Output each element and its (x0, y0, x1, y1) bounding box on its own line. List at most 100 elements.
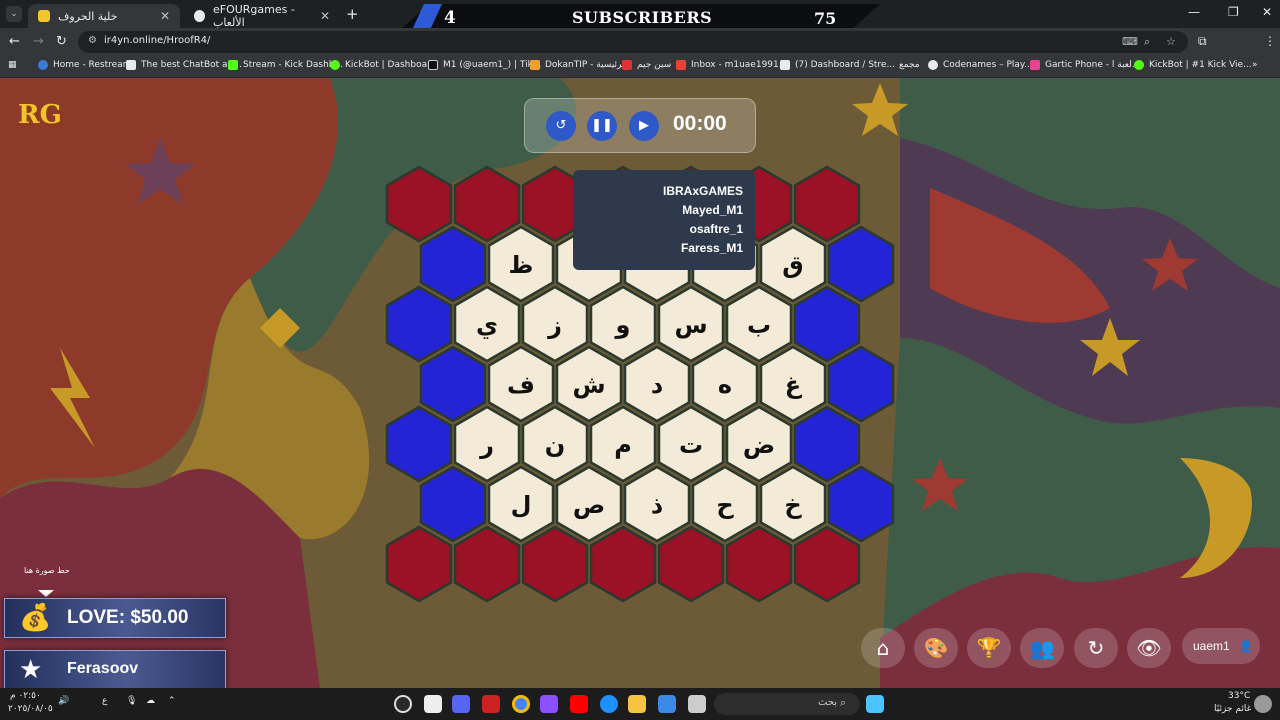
bookmark-item[interactable]: KickBot | #1 Kick Vie... (1134, 60, 1252, 70)
trophy-icon[interactable]: 🏆 (967, 628, 1011, 668)
bookmark-item[interactable]: مجمع (884, 60, 920, 70)
letter-hex[interactable]: ح (691, 465, 759, 543)
discord-icon[interactable] (452, 695, 470, 713)
minimize-icon[interactable]: — (1188, 5, 1200, 19)
red-border-hex (453, 525, 521, 603)
task-view-icon[interactable] (688, 695, 706, 713)
close-tab-icon[interactable]: ✕ (320, 9, 330, 23)
hex-letter: س (674, 311, 707, 339)
menu-dots-icon[interactable]: ⋮ (1264, 34, 1276, 48)
hex-letter: ر (479, 431, 494, 459)
bookmark-item[interactable]: Gartic Phone - لعبة ا... (1030, 60, 1140, 70)
letter-hex[interactable]: ف (487, 345, 555, 423)
translate-icon[interactable]: ⌨ (1122, 35, 1138, 48)
hex-letter: ت (679, 431, 703, 459)
forward-arrow-icon[interactable]: → (33, 34, 44, 49)
apps-grid-icon[interactable]: ▦ (8, 60, 17, 70)
tab-search-chevron-icon[interactable]: ⌄ (6, 6, 22, 22)
refresh-icon[interactable]: ↻ (1074, 628, 1118, 668)
palette-icon[interactable]: 🎨 (914, 628, 958, 668)
follower-name: Ferasoov (67, 660, 139, 677)
tab-title: خلية الحروف (58, 9, 118, 23)
weather-icon[interactable] (1254, 695, 1272, 713)
url-text: ir4yn.online/HroofR4/ (104, 35, 211, 46)
reload-icon[interactable]: ↻ (56, 34, 67, 49)
tab-efourgames[interactable]: eFOURgames - الألعاب ✕ (184, 3, 340, 29)
extensions-icon[interactable]: ⧉ (1198, 34, 1207, 49)
letter-hex[interactable]: ز (521, 285, 589, 363)
restore-icon[interactable]: ❐ (1228, 5, 1239, 19)
letter-hex[interactable]: ذ (623, 465, 691, 543)
letter-hex[interactable]: ل (487, 465, 555, 543)
store-icon[interactable] (658, 695, 676, 713)
letter-hex[interactable]: د (623, 345, 691, 423)
hex-letter: ص (573, 491, 605, 519)
bookmark-item[interactable]: The best ChatBot an... (126, 60, 242, 70)
letter-hex[interactable]: ظ (487, 225, 555, 303)
file-explorer-icon[interactable] (628, 695, 646, 713)
streamer-app-icon[interactable] (482, 695, 500, 713)
letter-hex[interactable]: ن (521, 405, 589, 483)
address-bar[interactable]: ⚙ ir4yn.online/HroofR4/ ⌨ ⌕ ☆ (78, 31, 1188, 53)
back-arrow-icon[interactable]: ← (9, 34, 20, 49)
microphone-icon[interactable]: 🎙 (126, 696, 137, 706)
bookmark-item[interactable]: KickBot | Dashboard (330, 60, 436, 70)
windows-start-icon[interactable] (866, 695, 884, 713)
user-button[interactable]: uaem1 👤 (1182, 628, 1260, 664)
new-tab-plus-icon[interactable]: + (346, 5, 359, 23)
copilot-icon[interactable] (540, 695, 558, 713)
globe-favicon-icon (194, 10, 205, 22)
bookmark-item[interactable]: (7) Dashboard / Stre... (780, 60, 895, 70)
tray-chevron-icon[interactable]: ⌃ (168, 696, 176, 706)
input-language[interactable]: ع (102, 696, 107, 706)
blue-border-hex (827, 465, 895, 543)
more-bookmarks-icon[interactable]: » (1252, 60, 1258, 70)
onedrive-icon[interactable]: ☁ (146, 696, 155, 706)
bookmark-item[interactable]: Stream - Kick Dashb... (228, 60, 343, 70)
zoom-icon[interactable]: ⌕ (1144, 35, 1150, 49)
letter-hex[interactable]: ر (453, 405, 521, 483)
speaker-icon[interactable]: 🔊 (58, 696, 69, 706)
taskbar-search[interactable]: بحث ⌕ (714, 693, 860, 715)
player-name: IBRAxGAMES (662, 184, 743, 198)
bookmark-item[interactable]: DokanTIP - الرئيسية (530, 60, 627, 70)
bookmark-item[interactable]: Codenames – Play... (928, 60, 1033, 70)
letter-hex[interactable]: ش (555, 345, 623, 423)
letter-hex[interactable]: س (657, 285, 725, 363)
capture-app-icon[interactable] (424, 695, 442, 713)
bookmark-star-icon[interactable]: ☆ (1166, 35, 1176, 48)
bookmark-item[interactable]: سين جيم (622, 60, 671, 70)
letter-hex[interactable]: خ (759, 465, 827, 543)
hex-letter: ض (743, 431, 775, 459)
site-info-icon[interactable]: ⚙ (88, 35, 97, 46)
letter-hex[interactable]: غ (759, 345, 827, 423)
letter-hex[interactable]: و (589, 285, 657, 363)
letter-hex[interactable]: م (589, 405, 657, 483)
eye-icon[interactable]: 👁 (1127, 628, 1171, 668)
bookmark-item[interactable]: Inbox - m1uae1991... (676, 60, 787, 70)
home-icon[interactable]: ⌂ (861, 628, 905, 668)
close-window-icon[interactable]: ✕ (1262, 5, 1272, 19)
letter-hex[interactable]: ه (691, 345, 759, 423)
tab-hexagon-game[interactable]: خلية الحروف ✕ (28, 4, 180, 28)
bookmark-item[interactable]: M1 (@uaem1_) | Tik... (428, 60, 541, 70)
letter-hex[interactable]: ب (725, 285, 793, 363)
letter-hex[interactable]: ص (555, 465, 623, 543)
hex-letter: ز (547, 311, 562, 339)
letter-hex[interactable]: ي (453, 285, 521, 363)
hex-letter: ذ (651, 491, 663, 519)
youtube-icon[interactable] (570, 695, 588, 713)
chrome-icon[interactable] (512, 695, 530, 713)
red-border-hex (589, 525, 657, 603)
donation-text: LOVE: $50.00 (67, 607, 189, 628)
obs-icon[interactable] (394, 695, 412, 713)
blue-border-hex (827, 345, 895, 423)
letter-hex[interactable]: ق (759, 225, 827, 303)
edge-icon[interactable] (600, 695, 618, 713)
close-tab-icon[interactable]: ✕ (160, 9, 170, 23)
letter-hex[interactable]: ض (725, 405, 793, 483)
players-group-icon[interactable]: 👥 (1020, 628, 1064, 668)
bookmark-item[interactable]: Home - Restream (38, 60, 131, 70)
letter-hex[interactable]: ت (657, 405, 725, 483)
red-border-hex (385, 525, 453, 603)
